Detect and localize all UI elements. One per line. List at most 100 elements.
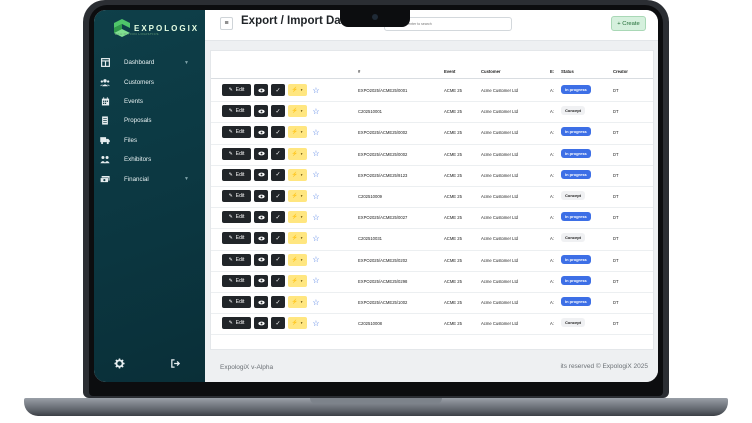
cell-number[interactable]: C202510031 (358, 236, 382, 241)
approve-button[interactable]: ✓ (271, 84, 285, 96)
cell-number[interactable]: EXPO2025/ACME25/0002 (358, 130, 407, 135)
quick-actions-dropdown[interactable]: ⚡ ▼ (288, 105, 307, 118)
edit-button[interactable]: ✎ Edit (222, 296, 251, 308)
edit-button[interactable]: ✎ Edit (222, 105, 251, 118)
quick-actions-dropdown[interactable]: ⚡ ▼ (288, 317, 307, 330)
sidebar-item-exhibitors[interactable]: Exhibitors (94, 150, 205, 169)
edit-button[interactable]: ✎ Edit (222, 126, 251, 139)
table-row[interactable]: ✎ Edit ✓ ⚡ ▼ ☆ EXPO2025/ACME25/0027 ACME 25 Acme… (211, 207, 653, 230)
sidebar-item-files[interactable]: Files (94, 131, 205, 150)
edit-button[interactable]: ✎ Edit (222, 190, 251, 202)
quick-actions-dropdown[interactable]: ⚡ ▼ (288, 211, 307, 224)
approve-button[interactable]: ✓ (271, 232, 285, 245)
column-header-customer[interactable]: Customer (481, 69, 501, 74)
cell-number[interactable]: EXPO2025/ACME25/0002 (358, 152, 407, 157)
quick-actions-dropdown[interactable]: ⚡ ▼ (288, 253, 307, 266)
sidebar-item-dashboard[interactable]: Dashboard ▼ (94, 53, 205, 72)
menu-toggle-button[interactable]: ≡ (220, 17, 233, 30)
sidebar-item-financial[interactable]: Financial ▼ (94, 169, 205, 188)
column-header-event[interactable]: Event (444, 69, 455, 74)
approve-button[interactable]: ✓ (271, 126, 285, 139)
view-button[interactable] (254, 232, 268, 245)
favorite-star-icon[interactable]: ☆ (311, 296, 321, 308)
edit-button[interactable]: ✎ Edit (222, 147, 251, 160)
quick-actions-dropdown[interactable]: ⚡ ▼ (288, 190, 307, 202)
cell-number[interactable]: EXPO2025/ACME25/0202 (358, 258, 407, 263)
cell-number[interactable]: EXPO2025/ACME25/0001 (358, 88, 407, 93)
cell-number[interactable]: EXPO2025/ACME25/9123 (358, 173, 407, 178)
view-button[interactable] (254, 147, 268, 160)
quick-actions-dropdown[interactable]: ⚡ ▼ (288, 168, 307, 181)
logout-icon[interactable] (170, 358, 181, 369)
view-button[interactable] (254, 253, 268, 266)
favorite-star-icon[interactable]: ☆ (311, 148, 321, 160)
table-row[interactable]: ✎ Edit ✓ ⚡ ▼ ☆ EXPO2025/ACME25/0002 ACME 25 Acme… (211, 122, 653, 145)
favorite-star-icon[interactable]: ☆ (311, 190, 321, 202)
cell-number[interactable]: EXPO2025/ACME25/0298 (358, 279, 407, 284)
favorite-star-icon[interactable]: ☆ (311, 84, 321, 96)
quick-actions-dropdown[interactable]: ⚡ ▼ (288, 232, 307, 245)
view-button[interactable] (254, 126, 268, 139)
cell-number[interactable]: EXPO2025/ACME25/0027 (358, 215, 407, 220)
quick-actions-dropdown[interactable]: ⚡ ▼ (288, 296, 307, 308)
favorite-star-icon[interactable]: ☆ (311, 105, 321, 117)
edit-button[interactable]: ✎ Edit (222, 274, 251, 287)
table-row[interactable]: ✎ Edit ✓ ⚡ ▼ ☆ C202510031 ACME 25 Acme Customer … (211, 228, 653, 251)
favorite-star-icon[interactable]: ☆ (311, 232, 321, 244)
table-row[interactable]: ✎ Edit ✓ ⚡ ▼ ☆ EXPO2025/ACME25/0002 ACME 25 Acme… (211, 144, 653, 166)
cell-number[interactable]: C202510008 (358, 321, 382, 326)
view-button[interactable] (254, 211, 268, 224)
column-header-creator[interactable]: Creator (613, 69, 628, 74)
table-row[interactable]: ✎ Edit ✓ ⚡ ▼ ☆ EXPO2025/ACME25/1002 ACME 25 Acme… (211, 292, 653, 315)
quick-actions-dropdown[interactable]: ⚡ ▼ (288, 274, 307, 287)
favorite-star-icon[interactable]: ☆ (311, 254, 321, 266)
approve-button[interactable]: ✓ (271, 253, 285, 266)
favorite-star-icon[interactable]: ☆ (311, 126, 321, 138)
search-input[interactable] (398, 22, 489, 26)
column-header-status[interactable]: Status (561, 69, 574, 74)
column-header-e[interactable]: E: (550, 69, 554, 74)
sidebar-item-proposals[interactable]: Proposals (94, 111, 205, 130)
create-button[interactable]: + Create (611, 16, 646, 31)
approve-button[interactable]: ✓ (271, 168, 285, 181)
edit-button[interactable]: ✎ Edit (222, 84, 251, 96)
view-button[interactable] (254, 168, 268, 181)
approve-button[interactable]: ✓ (271, 147, 285, 160)
edit-button[interactable]: ✎ Edit (222, 232, 251, 245)
approve-button[interactable]: ✓ (271, 317, 285, 330)
sidebar-item-customers[interactable]: Customers (94, 72, 205, 91)
favorite-star-icon[interactable]: ☆ (311, 317, 321, 329)
cell-number[interactable]: EXPO2025/ACME25/1002 (358, 300, 407, 305)
favorite-star-icon[interactable]: ☆ (311, 211, 321, 223)
edit-button[interactable]: ✎ Edit (222, 168, 251, 181)
approve-button[interactable]: ✓ (271, 190, 285, 202)
table-row[interactable]: ✎ Edit ✓ ⚡ ▼ ☆ EXPO2025/ACME25/0202 ACME 25 Acme… (211, 250, 653, 272)
edit-button[interactable]: ✎ Edit (222, 253, 251, 266)
view-button[interactable] (254, 274, 268, 287)
sidebar-item-events[interactable]: Events (94, 92, 205, 111)
approve-button[interactable]: ✓ (271, 211, 285, 224)
table-row[interactable]: ✎ Edit ✓ ⚡ ▼ ☆ EXPO2025/ACME25/9123 ACME 25 Acme… (211, 165, 653, 187)
approve-button[interactable]: ✓ (271, 105, 285, 118)
favorite-star-icon[interactable]: ☆ (311, 275, 321, 287)
table-row[interactable]: ✎ Edit ✓ ⚡ ▼ ☆ EXPO2025/ACME25/0298 ACME 25 Acme… (211, 271, 653, 293)
view-button[interactable] (254, 317, 268, 330)
table-row[interactable]: ✎ Edit ✓ ⚡ ▼ ☆ C202510001 ACME 25 Acme Customer … (211, 101, 653, 124)
table-row[interactable]: ✎ Edit ✓ ⚡ ▼ ☆ C202510009 ACME 25 Acme Customer … (211, 186, 653, 209)
cell-number[interactable]: C202510009 (358, 194, 382, 199)
view-button[interactable] (254, 105, 268, 118)
cell-number[interactable]: C202510001 (358, 109, 382, 114)
brand-logo[interactable]: EXPOLOGIX (114, 15, 199, 41)
quick-actions-dropdown[interactable]: ⚡ ▼ (288, 84, 307, 96)
edit-button[interactable]: ✎ Edit (222, 317, 251, 330)
view-button[interactable] (254, 84, 268, 96)
approve-button[interactable]: ✓ (271, 296, 285, 308)
approve-button[interactable]: ✓ (271, 274, 285, 287)
view-button[interactable] (254, 190, 268, 202)
edit-button[interactable]: ✎ Edit (222, 211, 251, 224)
table-row[interactable]: ✎ Edit ✓ ⚡ ▼ ☆ C202510008 ACME 25 Acme Customer … (211, 313, 653, 336)
favorite-star-icon[interactable]: ☆ (311, 169, 321, 181)
gear-icon[interactable] (114, 358, 125, 369)
view-button[interactable] (254, 296, 268, 308)
quick-actions-dropdown[interactable]: ⚡ ▼ (288, 126, 307, 139)
